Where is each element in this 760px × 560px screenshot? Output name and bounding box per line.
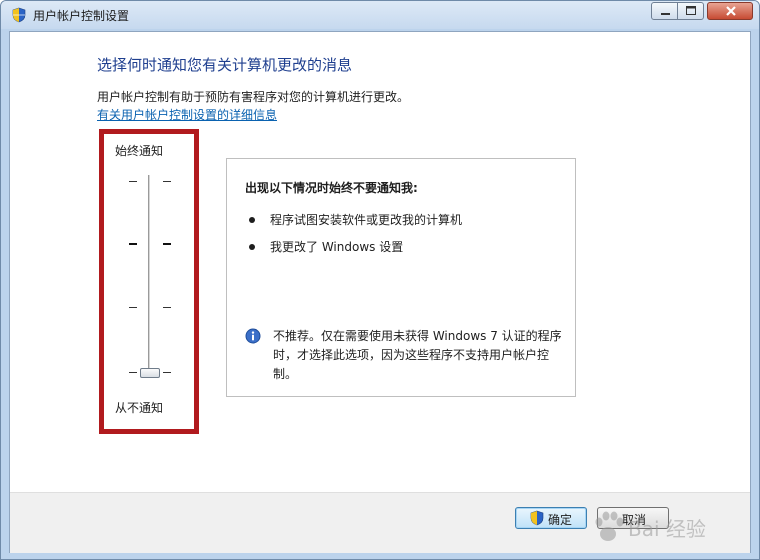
close-button[interactable] <box>707 2 753 20</box>
ok-button-label: 确定 <box>548 513 573 527</box>
window-title: 用户帐户控制设置 <box>33 9 130 23</box>
ok-button[interactable]: 确定 <box>515 507 587 529</box>
warning-note: 不推荐。仅在需要使用未获得 Windows 7 认证的程序时，才选择此选项，因为… <box>273 329 562 381</box>
watermark-text: Bai 经验 <box>628 517 706 541</box>
notification-level-slider-thumb[interactable] <box>140 368 160 378</box>
page-title: 选择何时通知您有关计算机更改的消息 <box>97 56 353 74</box>
paw-icon: Bai 经验 <box>595 511 706 541</box>
close-icon <box>726 6 736 16</box>
level-description-panel: 出现以下情况时始终不要通知我: 程序试图安装软件或更改我的计算机 我更改了 Wi… <box>226 158 576 397</box>
list-item: 程序试图安装软件或更改我的计算机 <box>270 213 463 227</box>
panel-title: 出现以下情况时始终不要通知我: <box>245 181 418 195</box>
slider-tick-right <box>163 181 171 182</box>
minimize-button[interactable] <box>651 2 678 20</box>
slider-tick-right <box>163 243 171 245</box>
slider-tick-left <box>129 372 137 373</box>
info-icon <box>245 328 261 344</box>
uac-shield-icon <box>530 510 544 526</box>
list-item: 我更改了 Windows 设置 <box>270 240 404 254</box>
slider-tick-left <box>129 243 137 245</box>
uac-shield-icon <box>12 7 26 23</box>
slider-tick-left <box>129 181 137 182</box>
bullet-icon <box>249 217 255 223</box>
slider-bottom-label: 从不通知 <box>115 401 164 415</box>
slider-tick-right <box>163 307 171 308</box>
description-text: 用户帐户控制有助于预防有害程序对您的计算机进行更改。 <box>97 90 410 104</box>
minimize-icon <box>661 13 670 15</box>
maximize-icon <box>686 6 696 15</box>
dialog-client-area: 选择何时通知您有关计算机更改的消息 用户帐户控制有助于预防有害程序对您的计算机进… <box>9 31 751 553</box>
maximize-button[interactable] <box>677 2 704 20</box>
slider-tick-left <box>129 307 137 308</box>
title-bar[interactable]: 用户帐户控制设置 <box>1 1 759 29</box>
slider-top-label: 始终通知 <box>115 144 164 158</box>
slider-track[interactable] <box>148 175 151 374</box>
uac-settings-window: 用户帐户控制设置 选择何时通知您有关计算机更改的消息 用户帐户控制有助于预防有害… <box>0 0 760 560</box>
details-link[interactable]: 有关用户帐户控制设置的详细信息 <box>97 106 277 123</box>
slider-tick-right <box>163 372 171 373</box>
bullet-icon <box>249 244 255 250</box>
